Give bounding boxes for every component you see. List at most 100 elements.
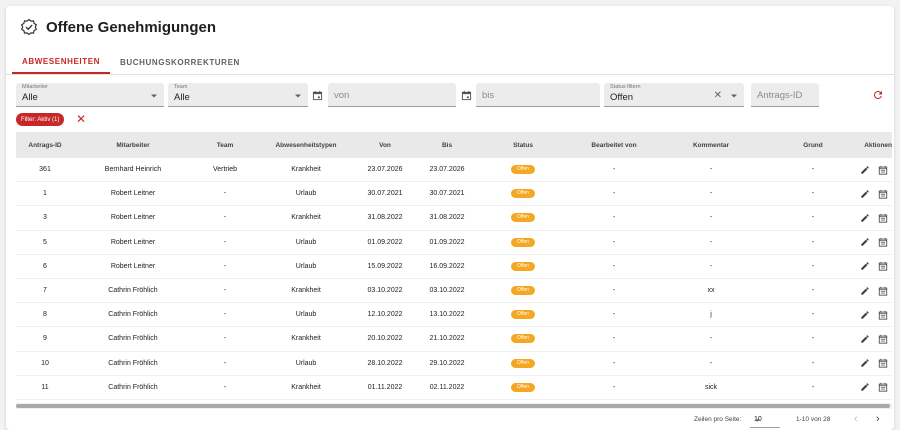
bis-cell: 02.11.2022 bbox=[429, 383, 465, 391]
grund-cell: - bbox=[811, 190, 815, 198]
edit-pencil-icon[interactable] bbox=[860, 237, 870, 247]
status-filter-select[interactable]: Status filtern Offen ✕ bbox=[604, 83, 744, 107]
table-row[interactable]: 1 Robert Leitner - Urlaub 30.07.2021 30.07.20… bbox=[16, 182, 892, 207]
kommentar-cell: - bbox=[709, 190, 713, 198]
column-header[interactable]: Mitarbeiter bbox=[74, 142, 192, 149]
edit-pencil-icon[interactable] bbox=[860, 261, 870, 271]
column-header[interactable]: Status bbox=[478, 142, 568, 149]
scrollbar-thumb[interactable] bbox=[16, 404, 890, 408]
bearbeitet-cell: - bbox=[612, 311, 616, 319]
antrags-id-cell: 7 bbox=[43, 287, 47, 295]
table-row[interactable]: 361 Bernhard Heinrich Vertrieb Krankheit 23.… bbox=[16, 158, 892, 183]
column-header: Aktionen bbox=[864, 141, 892, 149]
calendar-icon[interactable] bbox=[312, 88, 323, 106]
status-cell: Offen bbox=[478, 165, 568, 175]
column-header[interactable]: Antrags-ID bbox=[16, 142, 74, 149]
column-header[interactable]: Von bbox=[354, 142, 416, 149]
calendar-event-icon[interactable] bbox=[878, 213, 888, 223]
table-row[interactable]: 7 Cathrin Fröhlich - Krankheit 03.10.2022 03.… bbox=[16, 279, 892, 304]
rows-per-page-select[interactable]: 10 bbox=[750, 414, 780, 428]
bis-placeholder: bis bbox=[482, 90, 495, 101]
antrags-id-input[interactable]: Antrags-ID bbox=[751, 83, 819, 107]
column-header[interactable]: Kommentar bbox=[660, 142, 762, 149]
antrags-id-placeholder: Antrags-ID bbox=[757, 90, 803, 101]
table-row[interactable]: 6 Robert Leitner - Urlaub 15.09.2022 16.09.20… bbox=[16, 255, 892, 279]
tab-buchungskorrekturen[interactable]: BUCHUNGSKORREKTUREN bbox=[110, 50, 250, 74]
typ-cell: Krankheit bbox=[291, 335, 321, 343]
von-cell: 20.10.2022 bbox=[367, 335, 403, 343]
team-select[interactable]: Team Alle bbox=[168, 83, 308, 107]
column-header[interactable]: Abwesenheitstypen bbox=[258, 142, 354, 149]
refresh-icon[interactable] bbox=[872, 88, 884, 106]
table-row[interactable]: 5 Robert Leitner - Urlaub 01.09.2022 01.09.20… bbox=[16, 231, 892, 255]
status-badge: Offen bbox=[510, 261, 536, 271]
filter-active-chip[interactable]: Filter: Aktiv (1) bbox=[16, 113, 65, 126]
calendar-icon[interactable] bbox=[461, 88, 472, 106]
team-value: Alle bbox=[174, 92, 190, 103]
status-badge: Offen bbox=[510, 382, 536, 392]
calendar-event-icon[interactable] bbox=[878, 310, 888, 320]
grund-cell: - bbox=[811, 359, 815, 367]
edit-pencil-icon[interactable] bbox=[860, 334, 870, 344]
edit-pencil-icon[interactable] bbox=[860, 189, 870, 199]
calendar-event-icon[interactable] bbox=[878, 165, 888, 175]
calendar-event-icon[interactable] bbox=[878, 286, 888, 296]
kommentar-cell: j bbox=[710, 311, 712, 319]
row-actions bbox=[861, 358, 892, 368]
kommentar-cell: - bbox=[709, 335, 713, 343]
von-placeholder: von bbox=[334, 90, 350, 101]
kommentar-cell: sick bbox=[704, 383, 718, 391]
calendar-event-icon[interactable] bbox=[878, 189, 888, 199]
edit-pencil-icon[interactable] bbox=[860, 310, 870, 320]
calendar-event-icon[interactable] bbox=[878, 334, 888, 344]
approvals-card: Offene Genehmigungen ABWESENHEITEN BUCHU… bbox=[6, 6, 894, 430]
bis-date-input[interactable]: bis bbox=[476, 83, 600, 107]
edit-pencil-icon[interactable] bbox=[860, 213, 870, 223]
von-date-input[interactable]: von bbox=[328, 83, 456, 107]
column-header[interactable]: Grund bbox=[762, 142, 864, 149]
antrags-id-cell: 8 bbox=[43, 311, 47, 319]
table-row[interactable]: 3 Robert Leitner - Krankheit 31.08.2022 31.08… bbox=[16, 206, 892, 231]
grund-cell: - bbox=[811, 214, 815, 222]
antrags-id-cell: 361 bbox=[39, 166, 51, 174]
tab-divider bbox=[6, 74, 894, 75]
edit-pencil-icon[interactable] bbox=[860, 286, 870, 296]
clear-filter-icon[interactable]: ✕ bbox=[76, 112, 86, 126]
column-header[interactable]: Bis bbox=[416, 142, 478, 149]
calendar-event-icon[interactable] bbox=[878, 358, 888, 368]
mitarbeiter-cell: Bernhard Heinrich bbox=[104, 166, 162, 174]
calendar-event-icon[interactable] bbox=[878, 261, 888, 271]
next-page-icon[interactable]: › bbox=[876, 413, 880, 425]
team-cell: - bbox=[223, 214, 227, 222]
calendar-event-icon[interactable] bbox=[878, 382, 888, 392]
table-row[interactable]: 10 Cathrin Fröhlich - Urlaub 28.10.2022 29.10… bbox=[16, 352, 892, 376]
horizontal-scrollbar[interactable] bbox=[16, 403, 892, 409]
tab-abwesenheiten[interactable]: ABWESENHEITEN bbox=[12, 50, 111, 74]
status-filter-value: Offen bbox=[610, 92, 634, 103]
edit-pencil-icon[interactable] bbox=[860, 358, 870, 368]
edit-pencil-icon[interactable] bbox=[860, 165, 870, 175]
edit-pencil-icon[interactable] bbox=[860, 382, 870, 392]
column-header[interactable]: Bearbeitet von bbox=[568, 142, 660, 149]
bearbeitet-cell: - bbox=[612, 190, 616, 198]
table-row[interactable]: 11 Cathrin Fröhlich - Krankheit 01.11.2022 02… bbox=[16, 376, 892, 400]
typ-cell: Urlaub bbox=[295, 262, 317, 270]
mitarbeiter-cell: Cathrin Fröhlich bbox=[108, 359, 158, 367]
status-cell: Offen bbox=[478, 286, 568, 296]
clear-icon[interactable]: ✕ bbox=[714, 90, 722, 101]
calendar-event-icon[interactable] bbox=[878, 237, 888, 247]
antrags-id-cell: 5 bbox=[43, 238, 47, 246]
typ-cell: Krankheit bbox=[291, 287, 321, 295]
table-row[interactable]: 8 Cathrin Fröhlich - Urlaub 12.10.2022 13.10.… bbox=[16, 303, 892, 328]
mitarbeiter-label: Mitarbeiter bbox=[22, 84, 48, 90]
table-row[interactable]: 9 Cathrin Fröhlich - Krankheit 20.10.2022 21.… bbox=[16, 327, 892, 352]
bearbeitet-cell: - bbox=[612, 335, 616, 343]
status-cell: Offen bbox=[478, 310, 568, 320]
bis-cell: 01.09.2022 bbox=[429, 238, 465, 246]
typ-cell: Urlaub bbox=[295, 359, 317, 367]
mitarbeiter-select[interactable]: Mitarbeiter Alle bbox=[16, 83, 164, 107]
team-cell: - bbox=[223, 287, 227, 295]
antrags-id-cell: 9 bbox=[43, 335, 47, 343]
prev-page-icon[interactable]: ‹ bbox=[854, 413, 858, 425]
column-header[interactable]: Team bbox=[192, 142, 258, 149]
